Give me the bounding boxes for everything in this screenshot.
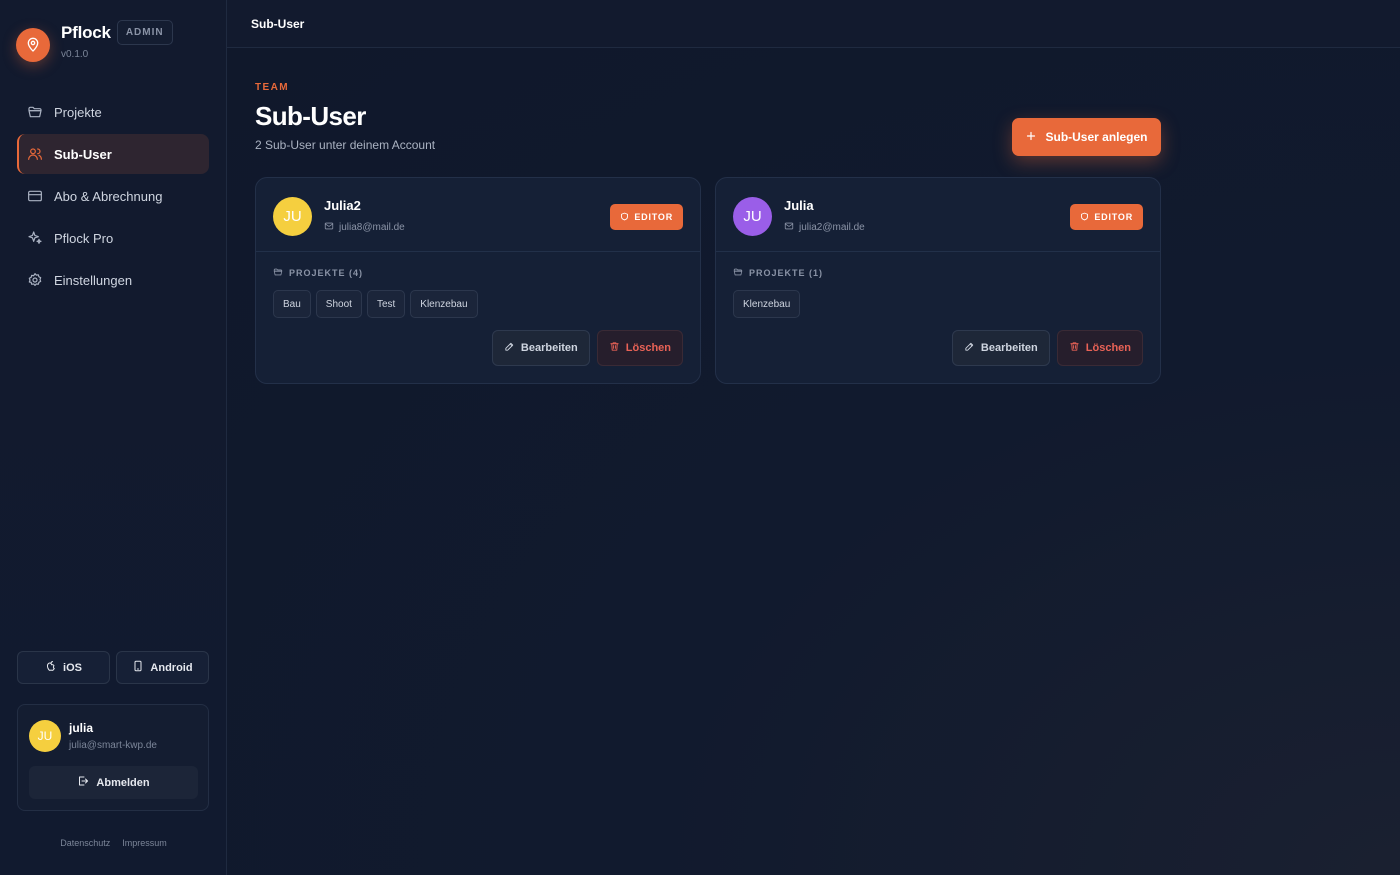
- project-tags: Klenzebau: [733, 290, 801, 318]
- sidebar-item-projekte[interactable]: Projekte: [17, 92, 209, 132]
- shield-icon: [1080, 212, 1089, 223]
- sidebar-nav: Projekte Sub-User Abo & Abrechnung Pfloc…: [17, 92, 209, 302]
- map-pin-icon: [16, 28, 50, 62]
- sidebar-item-label: Einstellungen: [54, 272, 133, 288]
- logout-button[interactable]: Abmelden: [29, 766, 198, 799]
- ios-label: iOS: [63, 661, 82, 674]
- page-subtitle: 2 Sub-User unter deinem Account: [255, 138, 436, 152]
- sub-user-card: JU Julia2 julia8@mail.de EDITOR PROJEKTE…: [255, 177, 701, 384]
- folder-icon: [27, 104, 43, 120]
- sparkles-icon: [27, 230, 43, 246]
- sub-user-name: Julia: [784, 198, 814, 213]
- project-tags: Bau Shoot Test Klenzebau: [273, 290, 478, 318]
- create-sub-user-button[interactable]: Sub-User anlegen: [1012, 118, 1161, 156]
- folder-icon: [273, 267, 283, 279]
- sub-user-card: JU Julia julia2@mail.de EDITOR PROJEKTE …: [715, 177, 1161, 384]
- sub-user-email-text: julia2@mail.de: [799, 222, 865, 233]
- sidebar-item-label: Abo & Abrechnung: [54, 188, 163, 204]
- apple-icon: [45, 660, 57, 675]
- edit-button[interactable]: Bearbeiten: [491, 330, 590, 366]
- gear-icon: [27, 272, 43, 288]
- avatar: JU: [733, 197, 772, 236]
- create-sub-user-label: Sub-User anlegen: [1045, 130, 1148, 144]
- delete-button[interactable]: Löschen: [596, 330, 683, 366]
- mail-icon: [324, 221, 334, 234]
- current-user-card: JU julia julia@smart-kwp.de Abmelden: [17, 704, 209, 811]
- project-tag: Shoot: [315, 290, 362, 318]
- topbar: Sub-User: [227, 0, 1400, 48]
- version-label: v0.1.0: [61, 49, 89, 60]
- app-download-buttons: iOS Android: [17, 651, 209, 684]
- role-badge: EDITOR: [610, 204, 683, 230]
- delete-label: Löschen: [1085, 342, 1131, 354]
- trash-icon: [1069, 341, 1080, 355]
- delete-button[interactable]: Löschen: [1056, 330, 1143, 366]
- sidebar-item-abo[interactable]: Abo & Abrechnung: [17, 176, 209, 216]
- avatar: JU: [273, 197, 312, 236]
- project-tag: Klenzebau: [733, 290, 801, 318]
- trash-icon: [609, 341, 620, 355]
- user-email: julia@smart-kwp.de: [69, 740, 157, 751]
- sidebar-item-sub-user[interactable]: Sub-User: [17, 134, 209, 174]
- sidebar-item-label: Sub-User: [54, 146, 112, 162]
- delete-label: Löschen: [625, 342, 671, 354]
- role-label: EDITOR: [634, 212, 673, 222]
- projects-heading-text: PROJEKTE (4): [289, 268, 364, 278]
- projects-heading: PROJEKTE (1): [733, 267, 823, 279]
- topbar-title: Sub-User: [251, 17, 305, 31]
- projects-heading-text: PROJEKTE (1): [749, 268, 824, 278]
- brand: Pflock ADMIN v0.1.0: [16, 20, 173, 62]
- footer-links: Datenschutz Impressum: [0, 838, 227, 848]
- section-eyebrow: TEAM: [255, 82, 289, 93]
- ios-button[interactable]: iOS: [17, 651, 110, 684]
- credit-card-icon: [27, 188, 43, 204]
- sidebar: Pflock ADMIN v0.1.0 Projekte Sub-User Ab…: [0, 0, 227, 875]
- shield-icon: [620, 212, 629, 223]
- sub-user-email: julia8@mail.de: [324, 221, 405, 234]
- page-title: Sub-User: [255, 101, 366, 131]
- logout-label: Abmelden: [96, 776, 150, 789]
- project-tag: Klenzebau: [410, 290, 478, 318]
- edit-label: Bearbeiten: [520, 342, 578, 354]
- plus-icon: [1025, 130, 1037, 145]
- main-content: TEAM Sub-User 2 Sub-User unter deinem Ac…: [227, 48, 1400, 875]
- project-tag: Test: [366, 290, 406, 318]
- user-name: julia: [69, 721, 94, 735]
- privacy-link[interactable]: Datenschutz: [60, 838, 110, 848]
- users-icon: [27, 146, 43, 162]
- pencil-icon: [964, 341, 975, 355]
- pencil-icon: [504, 341, 515, 355]
- projects-heading: PROJEKTE (4): [273, 267, 363, 279]
- sidebar-item-label: Pflock Pro: [54, 230, 114, 246]
- edit-button[interactable]: Bearbeiten: [951, 330, 1050, 366]
- role-label: EDITOR: [1094, 212, 1133, 222]
- sub-user-email: julia2@mail.de: [784, 221, 865, 234]
- sidebar-item-label: Projekte: [54, 104, 102, 120]
- sidebar-item-pflock-pro[interactable]: Pflock Pro: [17, 218, 209, 258]
- admin-badge: ADMIN: [116, 20, 173, 45]
- sub-user-name: Julia2: [324, 198, 361, 213]
- smartphone-icon: [132, 660, 144, 675]
- logout-icon: [77, 775, 89, 790]
- project-tag: Bau: [273, 290, 311, 318]
- card-actions: Bearbeiten Löschen: [951, 330, 1143, 366]
- folder-icon: [733, 267, 743, 279]
- card-actions: Bearbeiten Löschen: [491, 330, 683, 366]
- edit-label: Bearbeiten: [980, 342, 1038, 354]
- mail-icon: [784, 221, 794, 234]
- android-button[interactable]: Android: [116, 651, 209, 684]
- sub-user-email-text: julia8@mail.de: [339, 222, 405, 233]
- android-label: Android: [150, 661, 193, 674]
- role-badge: EDITOR: [1070, 204, 1143, 230]
- avatar: JU: [29, 720, 61, 752]
- brand-name: Pflock: [61, 22, 111, 42]
- imprint-link[interactable]: Impressum: [122, 838, 167, 848]
- sidebar-item-einstellungen[interactable]: Einstellungen: [17, 260, 209, 300]
